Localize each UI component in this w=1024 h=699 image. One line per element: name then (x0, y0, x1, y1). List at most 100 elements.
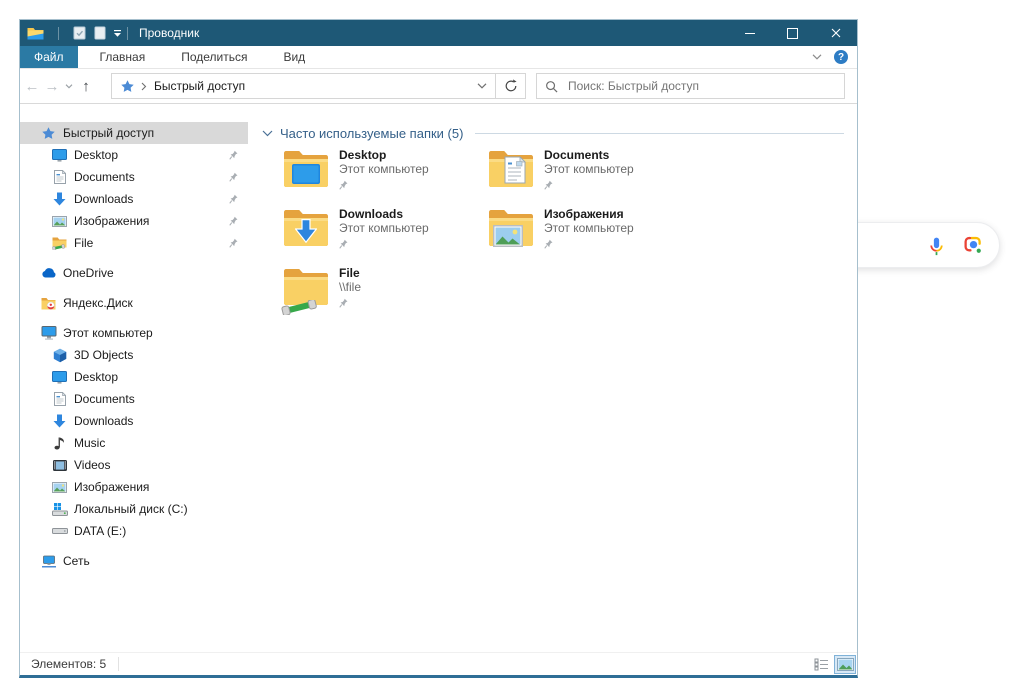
sidebar-item-label: Изображения (74, 480, 150, 494)
minimize-button[interactable] (728, 20, 771, 46)
sidebar-item-videos[interactable]: Videos (20, 454, 248, 476)
maximize-button[interactable] (771, 20, 814, 46)
back-button[interactable]: ← (22, 73, 42, 99)
tile-downloads[interactable]: Downloads Этот компьютер (284, 206, 489, 254)
sidebar-item-label: Локальный диск (C:) (74, 502, 188, 516)
sidebar-item-desktop[interactable]: Desktop (20, 366, 248, 388)
folder-network-icon (281, 265, 330, 315)
sidebar-item-onedrive[interactable]: OneDrive (20, 262, 248, 284)
pictures-icon (51, 215, 68, 227)
view-details-button[interactable] (810, 655, 832, 674)
titlebar-separator (58, 26, 59, 40)
titlebar[interactable]: Проводник (20, 20, 857, 46)
folder-desktop-icon (284, 147, 330, 195)
tile-изображения[interactable]: Изображения Этот компьютер (489, 206, 694, 254)
close-button[interactable] (814, 20, 857, 46)
breadcrumb[interactable]: Быстрый доступ (154, 79, 245, 93)
tile-desktop[interactable]: Desktop Этот компьютер (284, 147, 489, 195)
refresh-button[interactable] (496, 73, 526, 99)
pin-icon[interactable] (229, 238, 238, 248)
pin-icon[interactable] (229, 172, 238, 182)
this-pc-icon (40, 326, 57, 340)
tile-name: Downloads (339, 207, 404, 221)
quick-access-star-icon (120, 79, 135, 94)
explorer-window: Проводник Файл Главная Поделиться Вид ? ← →… (19, 19, 858, 678)
new-item-icon[interactable] (94, 26, 106, 40)
sidebar-item-label: Documents (74, 170, 135, 184)
sidebar-item-downloads[interactable]: Downloads (20, 188, 248, 210)
pin-icon[interactable] (229, 150, 238, 160)
search-input[interactable] (566, 78, 836, 94)
sidebar-item-documents[interactable]: Documents (20, 388, 248, 410)
search-icon (545, 80, 558, 93)
sidebar-item-яндекс.диск[interactable]: Яндекс.Диск (20, 292, 248, 314)
sidebar-item-локальный-диск-(c:)[interactable]: Локальный диск (C:) (20, 498, 248, 520)
desktop-icon (51, 370, 68, 384)
up-button[interactable]: ↑ (76, 73, 96, 99)
pin-icon[interactable] (229, 194, 238, 204)
yandex-disk-icon (40, 297, 57, 310)
sidebar-item-label: Videos (74, 458, 111, 472)
sidebar-item-быстрый-доступ[interactable]: Быстрый доступ (20, 122, 248, 144)
folder-view: Часто используемые папки (5) Desktop Этот… (248, 104, 857, 652)
window-title: Проводник (139, 26, 200, 40)
network-pc-icon (40, 555, 57, 568)
sidebar-item-label: Music (74, 436, 106, 450)
film-icon (51, 459, 68, 471)
pin-icon[interactable] (339, 180, 348, 190)
pin-icon[interactable] (544, 239, 553, 249)
sidebar-item-desktop[interactable]: Desktop (20, 144, 248, 166)
titlebar-separator (127, 26, 128, 40)
properties-icon[interactable] (73, 26, 86, 40)
tab-файл[interactable]: Файл (20, 46, 78, 68)
sidebar-item-label: File (74, 236, 94, 250)
content-area: Быстрый доступ Desktop Documents Downloads И… (20, 104, 857, 652)
group-collapse-icon[interactable] (262, 130, 273, 137)
drive-icon (51, 528, 68, 534)
help-icon[interactable]: ? (834, 50, 848, 64)
group-header[interactable]: Часто используемые папки (5) (262, 126, 844, 141)
pin-icon[interactable] (339, 239, 348, 249)
group-title: Часто используемые папки (5) (280, 126, 464, 141)
sidebar-item-downloads[interactable]: Downloads (20, 410, 248, 432)
sidebar-item-изображения[interactable]: Изображения (20, 476, 248, 498)
tile-text: Documents Этот компьютер (544, 147, 634, 195)
address-bar[interactable]: Быстрый доступ (111, 73, 496, 99)
sidebar-item-этот-компьютер[interactable]: Этот компьютер (20, 322, 248, 344)
sidebar-item-file[interactable]: File (20, 232, 248, 254)
sidebar-item-music[interactable]: Music (20, 432, 248, 454)
sidebar-item-documents[interactable]: Documents (20, 166, 248, 188)
tile-location: Этот компьютер (339, 162, 429, 176)
pin-icon[interactable] (544, 180, 553, 190)
forward-button[interactable]: → (42, 73, 62, 99)
statusbar-separator (118, 657, 120, 671)
mic-icon[interactable] (926, 235, 947, 256)
sidebar-item-изображения[interactable]: Изображения (20, 210, 248, 232)
address-dropdown-button[interactable] (469, 74, 495, 98)
search-box[interactable] (536, 73, 845, 99)
sidebar-item-data-(e:)[interactable]: DATA (E:) (20, 520, 248, 542)
tile-text: Downloads Этот компьютер (339, 206, 429, 254)
breadcrumb-chevron-icon[interactable] (141, 82, 147, 91)
tab-главная[interactable]: Главная (86, 46, 160, 68)
tab-вид[interactable]: Вид (269, 46, 319, 68)
view-thumbnails-button[interactable] (834, 654, 856, 674)
tab-поделиться[interactable]: Поделиться (167, 46, 261, 68)
tile-file[interactable]: File \\file (281, 265, 489, 315)
sidebar-item-сеть[interactable]: Сеть (20, 550, 248, 572)
ribbon-collapse-icon[interactable] (812, 54, 822, 60)
tile-documents[interactable]: Documents Этот компьютер (489, 147, 694, 195)
tile-name: Documents (544, 148, 610, 162)
sidebar-item-3d-objects[interactable]: 3D Objects (20, 344, 248, 366)
sidebar-item-label: Сеть (63, 554, 90, 568)
pin-icon[interactable] (229, 216, 238, 226)
qat-dropdown-icon[interactable] (114, 29, 121, 37)
tile-location: Этот компьютер (544, 221, 634, 235)
recent-locations-icon[interactable] (62, 73, 76, 99)
sidebar-item-label: Быстрый доступ (63, 126, 155, 140)
sidebar-item-label: Яндекс.Диск (63, 296, 133, 310)
lens-icon[interactable] (963, 235, 984, 256)
explorer-logo-icon (27, 26, 44, 40)
pin-icon[interactable] (339, 298, 348, 308)
sidebar-item-label: Этот компьютер (63, 326, 153, 340)
